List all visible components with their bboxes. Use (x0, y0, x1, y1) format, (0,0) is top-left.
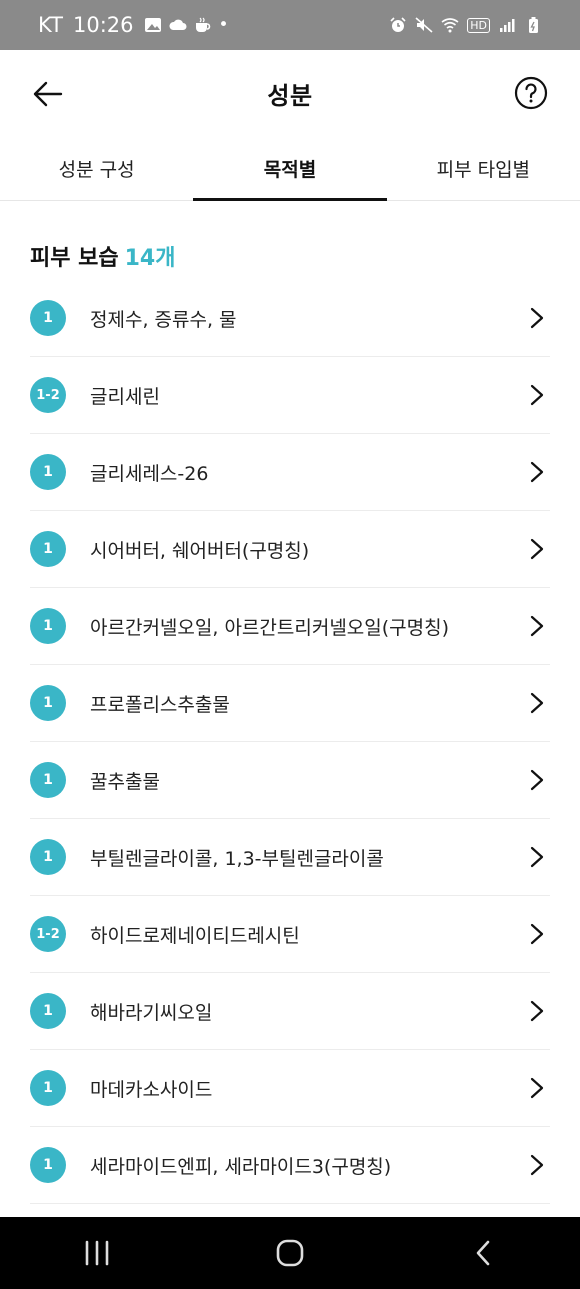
grade-badge: 1-2 (30, 377, 66, 413)
grade-badge: 1 (30, 685, 66, 721)
ingredient-name: 부틸렌글라이콜, 1,3-부틸렌글라이콜 (90, 847, 384, 870)
list-item[interactable]: 1 마데카소사이드 (30, 1050, 550, 1127)
list-item[interactable]: 1-2 하이드로제네이티드레시틴 (30, 896, 550, 973)
ingredient-name: 정제수, 증류수, 물 (90, 308, 237, 331)
back-icon (477, 1240, 490, 1266)
ingredient-name: 시어버터, 쉐어버터(구명칭) (90, 539, 310, 562)
chevron-right-icon (530, 846, 544, 868)
grade-badge: 1 (30, 993, 66, 1029)
ingredient-name: 글리세레스-26 (90, 462, 209, 485)
grade-badge: 1 (30, 531, 66, 567)
chevron-right-icon (530, 384, 544, 406)
hd-icon: HD (467, 17, 490, 33)
list-item[interactable]: 1 세라마이드엔피, 세라마이드3(구명칭) (30, 1127, 550, 1204)
grade-badge: 1 (30, 608, 66, 644)
grade-badge: 1-2 (30, 916, 66, 952)
status-left: KT 10:26 • (38, 13, 229, 37)
carrier-label: KT (38, 13, 63, 37)
chevron-right-icon (530, 307, 544, 329)
chevron-right-icon (530, 1154, 544, 1176)
ingredient-name: 마데카소사이드 (90, 1078, 213, 1101)
help-icon[interactable] (514, 76, 548, 110)
chevron-right-icon (530, 769, 544, 791)
gallery-icon (144, 18, 161, 32)
ingredient-name: 하이드로제네이티드레시틴 (90, 924, 300, 947)
chevron-right-icon (530, 1077, 544, 1099)
status-bar: KT 10:26 • HD (0, 0, 580, 50)
chevron-right-icon (530, 615, 544, 637)
mute-icon (415, 17, 433, 33)
list-item[interactable]: 1 아르간커넬오일, 아르간트리커넬오일(구명칭) (30, 588, 550, 665)
grade-badge: 1 (30, 454, 66, 490)
grade-badge: 1 (30, 1070, 66, 1106)
chevron-right-icon (530, 461, 544, 483)
chevron-right-icon (530, 538, 544, 560)
grade-badge: 1 (30, 1147, 66, 1183)
ingredient-name: 글리세린 (90, 385, 160, 408)
home-button[interactable] (260, 1228, 320, 1278)
ingredient-name: 아르간커넬오일, 아르간트리커넬오일(구명칭) (90, 616, 450, 639)
recent-apps-icon (85, 1240, 108, 1266)
system-back-button[interactable] (453, 1228, 513, 1278)
tab-composition[interactable]: 성분 구성 (0, 136, 193, 200)
signal-icon (500, 19, 515, 32)
more-notifications-dot: • (218, 15, 229, 35)
home-icon (276, 1239, 304, 1267)
alarm-icon (390, 17, 406, 32)
section-title: 피부 보습 14개 (30, 240, 175, 272)
list-item[interactable]: 1 부틸렌글라이콜, 1,3-부틸렌글라이콜 (30, 819, 550, 896)
tab-by-purpose[interactable]: 목적별 (193, 136, 387, 201)
battery-icon (529, 17, 538, 33)
chevron-right-icon (530, 1000, 544, 1022)
section-title-label: 피부 보습 (30, 246, 119, 271)
list-item[interactable]: 1 정제수, 증류수, 물 (30, 280, 550, 357)
notification-icons: • (144, 15, 229, 35)
system-nav-bar (0, 1217, 580, 1289)
list-item[interactable]: 1 시어버터, 쉐어버터(구명칭) (30, 511, 550, 588)
ingredient-name: 세라마이드엔피, 세라마이드3(구명칭) (90, 1155, 392, 1178)
coffee-icon (195, 17, 210, 32)
list-item[interactable]: 1 꿀추출물 (30, 742, 550, 819)
clock: 10:26 (72, 13, 134, 37)
app-header: 성분 (0, 50, 580, 136)
cloud-icon (168, 19, 186, 30)
tab-bar: 성분 구성 목적별 피부 타입별 (0, 136, 580, 201)
ingredient-name: 해바라기씨오일 (90, 1001, 213, 1024)
list-item[interactable]: 1 프로폴리스추출물 (30, 665, 550, 742)
page-title: 성분 (267, 81, 313, 110)
wifi-icon (441, 18, 459, 33)
status-right: HD (389, 17, 542, 33)
ingredient-name: 꿀추출물 (90, 770, 160, 793)
section-count: 14개 (124, 246, 176, 271)
grade-badge: 1 (30, 300, 66, 336)
chevron-right-icon (530, 692, 544, 714)
back-arrow-icon[interactable] (30, 76, 66, 112)
grade-badge: 1 (30, 839, 66, 875)
chevron-right-icon (530, 923, 544, 945)
tab-by-skin-type[interactable]: 피부 타입별 (387, 136, 580, 200)
list-item[interactable]: 1-2 글리세린 (30, 357, 550, 434)
grade-badge: 1 (30, 762, 66, 798)
ingredient-name: 프로폴리스추출물 (90, 693, 230, 716)
list-item[interactable]: 1 해바라기씨오일 (30, 973, 550, 1050)
recent-apps-button[interactable] (67, 1228, 127, 1278)
ingredient-list: 1 정제수, 증류수, 물 1-2 글리세린 1 글리세레스-26 1 시어버터… (30, 280, 550, 1204)
list-item[interactable]: 1 글리세레스-26 (30, 434, 550, 511)
